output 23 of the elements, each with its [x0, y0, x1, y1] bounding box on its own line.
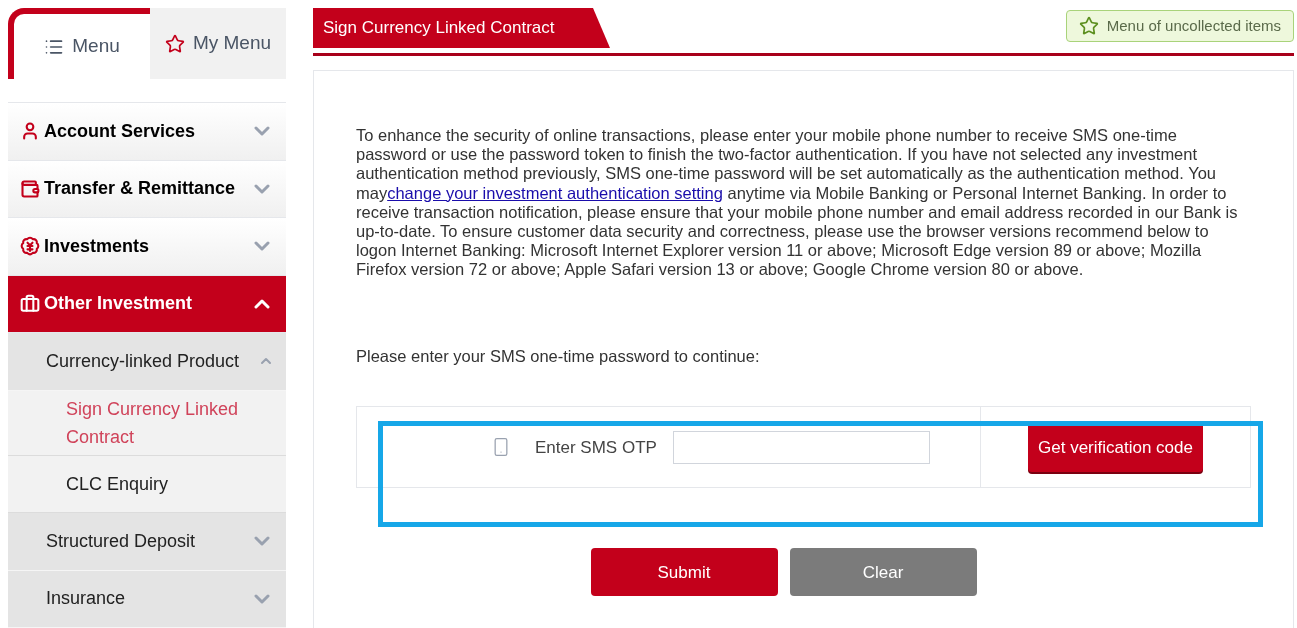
settings-link[interactable]: change your investment authentication setting [387, 183, 723, 202]
submenu-link[interactable]: Sign Currency Linked Contract [8, 390, 286, 456]
menu-item-icon [20, 293, 40, 314]
page-title: Sign Currency Linked Contract [313, 8, 610, 48]
menu-item-icon [20, 121, 40, 142]
submenu-item[interactable]: Currency-linked Product [8, 333, 286, 391]
menu-tab[interactable]: Menu [8, 8, 150, 79]
submenu-link[interactable]: CLC Enquiry [8, 455, 286, 513]
submenu-item[interactable]: Insurance [8, 570, 286, 628]
menu-item[interactable]: Other Investment [8, 275, 286, 333]
otp-prompt: Please enter your SMS one-time password to continue: [356, 345, 761, 367]
collect-button[interactable]: Menu of uncollected items [1065, 10, 1294, 42]
menu-tab[interactable]: My Menu [150, 8, 286, 79]
star-icon [164, 33, 185, 54]
otp-label: Enter SMS OTP [535, 436, 657, 459]
star-icon [1078, 16, 1099, 36]
security-notice: To enhance the security of online transactions, please enter your mobile phone number to receive SMS one-time password or use the password token to finish the two-factor authentication. If you have not selected any investment authentication method previously, SMS one-time password will be set automatically as the authentication method. You maychange your investment authentication setting anytime via Mobile Banking or Personal Internet Banking. In order to receive transaction notification, please ensure that your mobile phone number and email address recorded in our Bank is up-to-date. To ensure customer data security and correctness, please use the browser versions recommend below to logon Internet Banking: Microsoft Internet Explorer version 11 or above; Microsoft Edge version 89 or above; Mozilla Firefox version 72 or above; Apple Safari version 13 or above; Google Chrome version 80 or above. [356, 126, 1239, 280]
clear-button[interactable]: Clear [789, 548, 977, 597]
submit-button[interactable]: Submit [590, 548, 778, 597]
otp-input-field[interactable] [672, 430, 930, 464]
menu-item-icon [20, 236, 40, 257]
submenu-item[interactable]: Structured Deposit [8, 513, 286, 571]
menu-item-icon [20, 178, 40, 199]
